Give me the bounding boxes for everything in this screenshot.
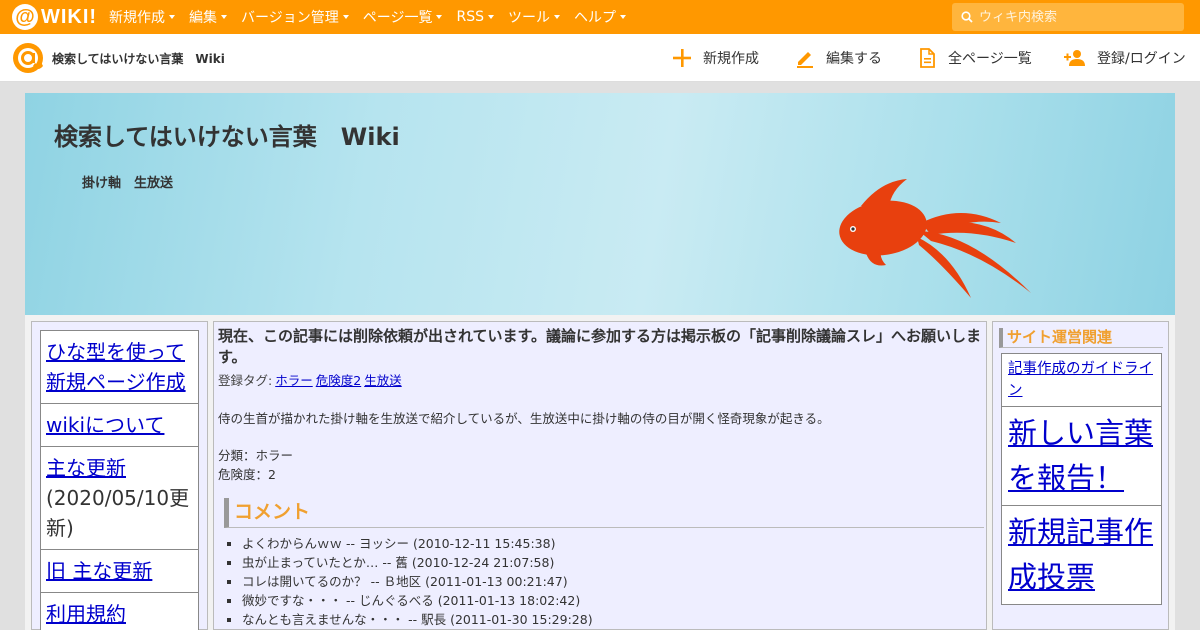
menu-rss-label: RSS [456,9,484,25]
plus-icon [673,49,691,67]
right-link-cell: 記事作成のガイドライン [1001,353,1162,407]
menu-pages[interactable]: ページ一覧 [363,7,443,27]
sidebar-link-old-updates[interactable]: 旧 主な更新 [46,559,152,583]
banner-title[interactable]: 検索してはいけない言葉 Wiki [54,117,400,152]
sidebar-item: wikiについて [40,403,199,447]
caret-down-icon [342,15,349,19]
caret-down-icon [221,15,227,19]
atwiki-logo[interactable]: @ WIKI! [12,4,97,30]
tag-link[interactable]: 危険度2 [316,373,361,388]
atwiki-logo-icon[interactable] [12,42,44,74]
caret-down-icon [169,15,175,19]
right-sidebar: サイト運営関連 記事作成のガイドライン 新しい言葉を報告！ 新規記事作成投票 [992,321,1169,630]
tag-link[interactable]: ホラー [275,373,313,388]
tag-list: 登録タグ: ホラー 危険度2 生放送 [218,370,982,389]
atwiki-logo-icon: @ [12,4,38,30]
sidebar-item: ひな型を使って新規ページ作成 [40,330,199,404]
login-button[interactable]: 登録/ログイン [1063,34,1186,82]
site-admin-heading: サイト運営関連 [999,328,1163,348]
right-link-cell: 新しい言葉を報告！ [1001,406,1162,506]
comment-item: コレは開いてるのか？ -- Ｂ地区 (2011-01-13 00:21:47) [242,572,982,591]
menu-new-label: 新規作成 [109,10,165,26]
pencil-icon [797,52,813,68]
menu-pages-label: ページ一覧 [362,10,433,26]
edit-label: 編集する [826,51,882,67]
menu-version[interactable]: バージョン管理 [241,7,349,27]
top-menu: 新規作成 編集 バージョン管理 ページ一覧 RSS ツール ヘルプ [109,0,640,34]
all-pages-button[interactable]: 全ページ一覧 [916,34,1032,82]
new-page-label: 新規作成 [703,51,759,67]
site-admin-links: 記事作成のガイドライン 新しい言葉を報告！ 新規記事作成投票 [1001,353,1162,605]
logo-text: WIKI! [41,5,98,28]
login-label: 登録/ログイン [1097,51,1186,67]
sidebar-menu: ひな型を使って新規ページ作成 wikiについて 主な更新 (2020/05/10更… [40,330,199,630]
deletion-notice: 現在、この記事には削除依頼が出されています。議論に参加する方は掲示板の「記事削除… [218,327,982,366]
caret-down-icon [487,15,494,19]
right-link-cell: 新規記事作成投票 [1001,505,1162,605]
left-sidebar: ひな型を使って新規ページ作成 wikiについて 主な更新 (2020/05/10更… [31,321,208,630]
new-page-button[interactable]: 新規作成 [671,34,759,82]
comment-item: 微妙ですな・・・ -- じんぐるべる (2011-01-13 18:02:42) [242,591,982,610]
guideline-link[interactable]: 記事作成のガイドライン [1008,361,1153,399]
site-title[interactable]: 検索してはいけない言葉 Wiki [52,50,225,67]
comment-item: よくわからんｗｗ -- ヨッシー (2010-12-11 15:45:38) [242,534,982,553]
caret-down-icon [553,15,560,19]
search-input[interactable] [979,9,1179,25]
sidebar-link-updates[interactable]: 主な更新 [46,456,126,480]
main-content: 現在、この記事には削除依頼が出されています。議論に参加する方は掲示板の「記事削除… [213,321,987,630]
document-icon [920,48,935,68]
menu-rss[interactable]: RSS [456,9,494,25]
user-add-icon [1064,50,1085,66]
new-article-vote-link[interactable]: 新規記事作成投票 [1008,515,1153,594]
menu-version-label: バージョン管理 [241,10,339,26]
tag-link[interactable]: 生放送 [364,373,402,388]
edit-button[interactable]: 編集する [794,34,882,82]
comment-list: よくわからんｗｗ -- ヨッシー (2010-12-11 15:45:38) 虫… [242,534,982,629]
menu-new[interactable]: 新規作成 [109,7,175,27]
article-meta: 分類：ホラー 危険度：2 [218,446,982,484]
comment-item: なんとも言えませんな・・・ -- 駅長 (2011-01-30 15:29:28… [242,610,982,629]
caret-down-icon [619,15,626,19]
danger-level-text: 危険度：2 [218,467,276,482]
caret-down-icon [436,15,443,19]
sidebar-item: 主な更新 (2020/05/10更新) [40,446,199,550]
comment-heading: コメント [224,498,984,528]
article-body: 侍の生首が描かれた掛け軸を生放送で紹介しているが、生放送中に掛け軸の侍の目が開く… [218,411,830,426]
site-banner: 検索してはいけない言葉 Wiki 掛け軸 生放送 [25,93,1175,315]
site-header-bar: 検索してはいけない言葉 Wiki 新規作成 編集する 全ページ一覧 登録/ログイ… [0,34,1200,82]
sidebar-updated-note: (2020/05/10更新) [46,486,190,540]
sidebar-link-about-wiki[interactable]: wikiについて [46,413,164,437]
report-new-word-link[interactable]: 新しい言葉を報告！ [1008,416,1153,495]
menu-tools-label: ツール [507,10,550,26]
banner-subtitle: 掛け軸 生放送 [82,176,174,191]
sidebar-item: 旧 主な更新 [40,549,199,593]
comment-item: 虫が止まっていたとか… -- 舊 (2010-12-24 21:07:58) [242,553,982,572]
menu-edit[interactable]: 編集 [189,7,227,27]
sidebar-item: 利用規約 [40,592,199,630]
menu-help[interactable]: ヘルプ [574,7,626,27]
all-pages-label: 全ページ一覧 [948,51,1032,67]
sidebar-link-terms[interactable]: 利用規約 [46,602,126,626]
menu-tools[interactable]: ツール [508,7,560,27]
category-text: 分類：ホラー [218,448,294,463]
menu-edit-label: 編集 [189,10,217,26]
wiki-search [952,3,1184,31]
search-icon[interactable] [961,11,973,23]
goldfish-illustration [839,179,1031,298]
menu-help-label: ヘルプ [573,10,616,26]
tags-label: 登録タグ: [218,373,273,388]
top-nav-bar: @ WIKI! 新規作成 編集 バージョン管理 ページ一覧 RSS ツール ヘル… [0,0,1200,34]
sidebar-link-new-from-template[interactable]: ひな型を使って新規ページ作成 [46,340,186,394]
